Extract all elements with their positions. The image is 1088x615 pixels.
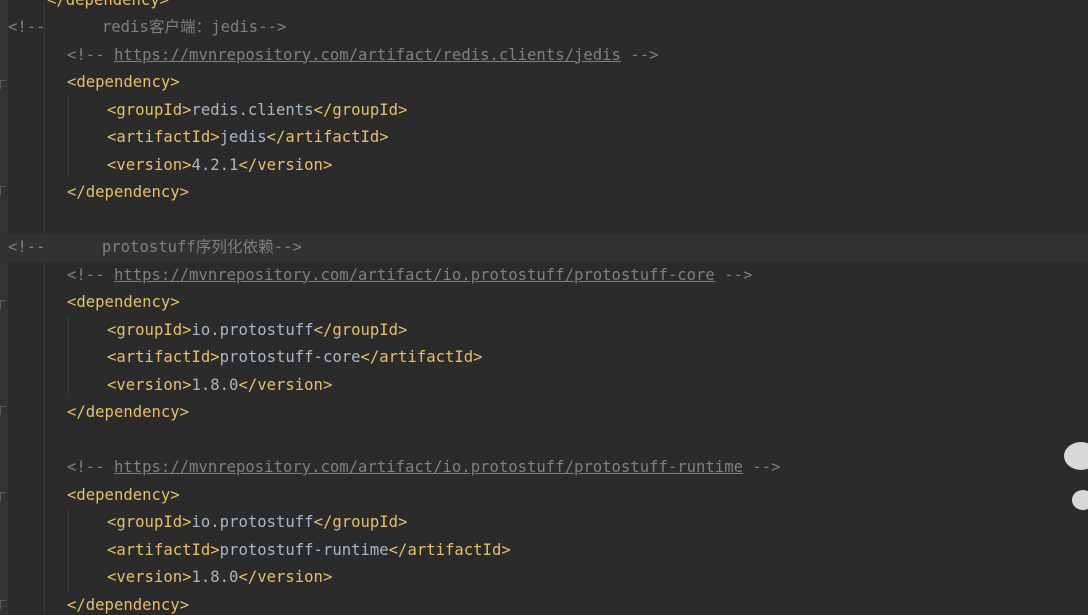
code-line-content: <groupId>io.protostuff</groupId> bbox=[107, 509, 407, 537]
xml-value: 1.8.0 bbox=[191, 568, 239, 586]
code-line[interactable]: </dependency> bbox=[0, 179, 1088, 207]
code-line[interactable]: <!-- https://mvnrepository.com/artifact/… bbox=[0, 42, 1088, 70]
code-line[interactable]: <artifactId>protostuff-core</artifactId> bbox=[0, 344, 1088, 372]
code-line-content: <dependency> bbox=[67, 289, 180, 317]
code-line[interactable]: <version>4.2.1</version> bbox=[0, 152, 1088, 180]
xml-open-tag: <groupId> bbox=[107, 100, 192, 119]
comment-open: <!-- bbox=[67, 45, 114, 64]
code-line-content: <artifactId>protostuff-runtime</artifact… bbox=[107, 537, 511, 565]
code-line-content: </dependency> bbox=[67, 399, 189, 427]
comment-prefix: <!-- bbox=[8, 238, 46, 256]
xml-close-tag: </groupId> bbox=[313, 320, 408, 339]
code-line-content: <dependency> bbox=[67, 69, 180, 97]
code-line[interactable]: <version>1.8.0</version> bbox=[0, 372, 1088, 400]
comment-close: --> bbox=[714, 265, 753, 284]
code-line[interactable]: <artifactId>protostuff-runtime</artifact… bbox=[0, 537, 1088, 565]
repository-link[interactable]: https://mvnrepository.com/artifact/io.pr… bbox=[114, 458, 743, 476]
code-line-content: </dependency> bbox=[67, 592, 189, 615]
code-line-content: <version>1.8.0</version> bbox=[107, 564, 332, 592]
code-line-content: <!-- https://mvnrepository.com/artifact/… bbox=[67, 454, 781, 482]
xml-open-tag: <version> bbox=[107, 568, 192, 586]
code-line[interactable]: </dependency> bbox=[0, 592, 1088, 615]
code-line[interactable]: <dependency> bbox=[0, 289, 1088, 317]
xml-close-tag: </artifactId> bbox=[360, 348, 483, 366]
xml-value: io.protostuff bbox=[191, 320, 314, 339]
xml-tag: </dependency> bbox=[67, 403, 190, 421]
code-line-content: <artifactId>jedis</artifactId> bbox=[107, 124, 389, 152]
xml-open-tag: <version> bbox=[107, 155, 192, 174]
xml-tag: </dependency> bbox=[47, 0, 169, 9]
code-line-content: <artifactId>protostuff-core</artifactId> bbox=[107, 344, 483, 372]
code-line-content: <!-- protostuff序列化依赖--> bbox=[8, 234, 302, 262]
comment-open: <!-- bbox=[67, 458, 114, 476]
xml-close-tag: </groupId> bbox=[313, 100, 408, 119]
comment-prefix: <!-- bbox=[8, 18, 46, 36]
code-line[interactable]: <groupId>redis.clients</groupId> bbox=[0, 97, 1088, 125]
xml-close-tag: </version> bbox=[238, 568, 333, 586]
xml-tag: </dependency> bbox=[67, 595, 190, 614]
xml-value: io.protostuff bbox=[191, 513, 314, 531]
code-line[interactable]: <!-- https://mvnrepository.com/artifact/… bbox=[0, 262, 1088, 290]
code-line[interactable]: <groupId>io.protostuff</groupId> bbox=[0, 317, 1088, 345]
xml-value: 1.8.0 bbox=[191, 375, 239, 394]
repository-link[interactable]: https://mvnrepository.com/artifact/io.pr… bbox=[114, 266, 715, 284]
xml-value: 4.2.1 bbox=[191, 155, 239, 174]
code-line-content: <!-- https://mvnrepository.com/artifact/… bbox=[67, 262, 752, 290]
xml-tag: </dependency> bbox=[67, 183, 190, 201]
code-line-content: </dependency> bbox=[67, 179, 189, 207]
xml-value: redis.clients bbox=[191, 100, 314, 119]
code-line-content: <version>4.2.1</version> bbox=[107, 152, 332, 180]
xml-tag: <dependency> bbox=[67, 293, 180, 311]
xml-close-tag: </artifactId> bbox=[388, 540, 511, 559]
overlay-blob bbox=[1072, 490, 1088, 510]
code-line[interactable]: </dependency> bbox=[0, 399, 1088, 427]
code-line-content: </dependency> bbox=[47, 0, 169, 14]
xml-open-tag: <artifactId> bbox=[107, 128, 220, 146]
code-line[interactable]: <dependency> bbox=[0, 482, 1088, 510]
comment-close: --> bbox=[742, 458, 781, 476]
xml-close-tag: </version> bbox=[238, 375, 333, 394]
xml-close-tag: </version> bbox=[238, 155, 333, 174]
code-line-content: <groupId>io.protostuff</groupId> bbox=[107, 317, 407, 345]
xml-open-tag: <groupId> bbox=[107, 320, 192, 339]
xml-open-tag: <artifactId> bbox=[107, 348, 220, 366]
code-line-content: <!-- https://mvnrepository.com/artifact/… bbox=[67, 42, 658, 70]
xml-value: protostuff-runtime bbox=[219, 540, 389, 559]
code-line[interactable]: </dependency> bbox=[0, 0, 1088, 14]
code-line[interactable]: <!-- redis客户端：jedis--> bbox=[0, 14, 1088, 42]
code-line[interactable]: <version>1.8.0</version> bbox=[0, 564, 1088, 592]
code-line[interactable]: <!-- protostuff序列化依赖--> bbox=[0, 234, 1088, 262]
code-line[interactable] bbox=[0, 427, 1088, 455]
xml-close-tag: </artifactId> bbox=[266, 128, 389, 146]
xml-close-tag: </groupId> bbox=[313, 513, 408, 531]
code-line[interactable]: <artifactId>jedis</artifactId> bbox=[0, 124, 1088, 152]
code-line-content: <dependency> bbox=[67, 482, 180, 510]
section-comment: redis客户端：jedis--> bbox=[45, 18, 287, 36]
code-editor[interactable]: </dependency><!-- redis客户端：jedis--><!-- … bbox=[0, 0, 1088, 615]
code-line[interactable]: <groupId>io.protostuff</groupId> bbox=[0, 509, 1088, 537]
xml-open-tag: <artifactId> bbox=[107, 540, 220, 559]
code-line[interactable]: <!-- https://mvnrepository.com/artifact/… bbox=[0, 454, 1088, 482]
comment-close: --> bbox=[620, 45, 659, 64]
code-line-content: <groupId>redis.clients</groupId> bbox=[107, 97, 407, 125]
xml-tag: <dependency> bbox=[67, 73, 180, 91]
xml-tag: <dependency> bbox=[67, 485, 180, 504]
code-line-content: <version>1.8.0</version> bbox=[107, 372, 332, 400]
comment-open: <!-- bbox=[67, 265, 114, 284]
code-line[interactable]: <dependency> bbox=[0, 69, 1088, 97]
xml-value: jedis bbox=[219, 128, 267, 146]
xml-open-tag: <version> bbox=[107, 375, 192, 394]
code-line[interactable] bbox=[0, 207, 1088, 235]
section-comment: protostuff序列化依赖--> bbox=[45, 238, 302, 256]
code-line-content: <!-- redis客户端：jedis--> bbox=[8, 14, 286, 42]
repository-link[interactable]: https://mvnrepository.com/artifact/redis… bbox=[114, 46, 621, 64]
xml-open-tag: <groupId> bbox=[107, 513, 192, 531]
xml-value: protostuff-core bbox=[219, 348, 361, 366]
